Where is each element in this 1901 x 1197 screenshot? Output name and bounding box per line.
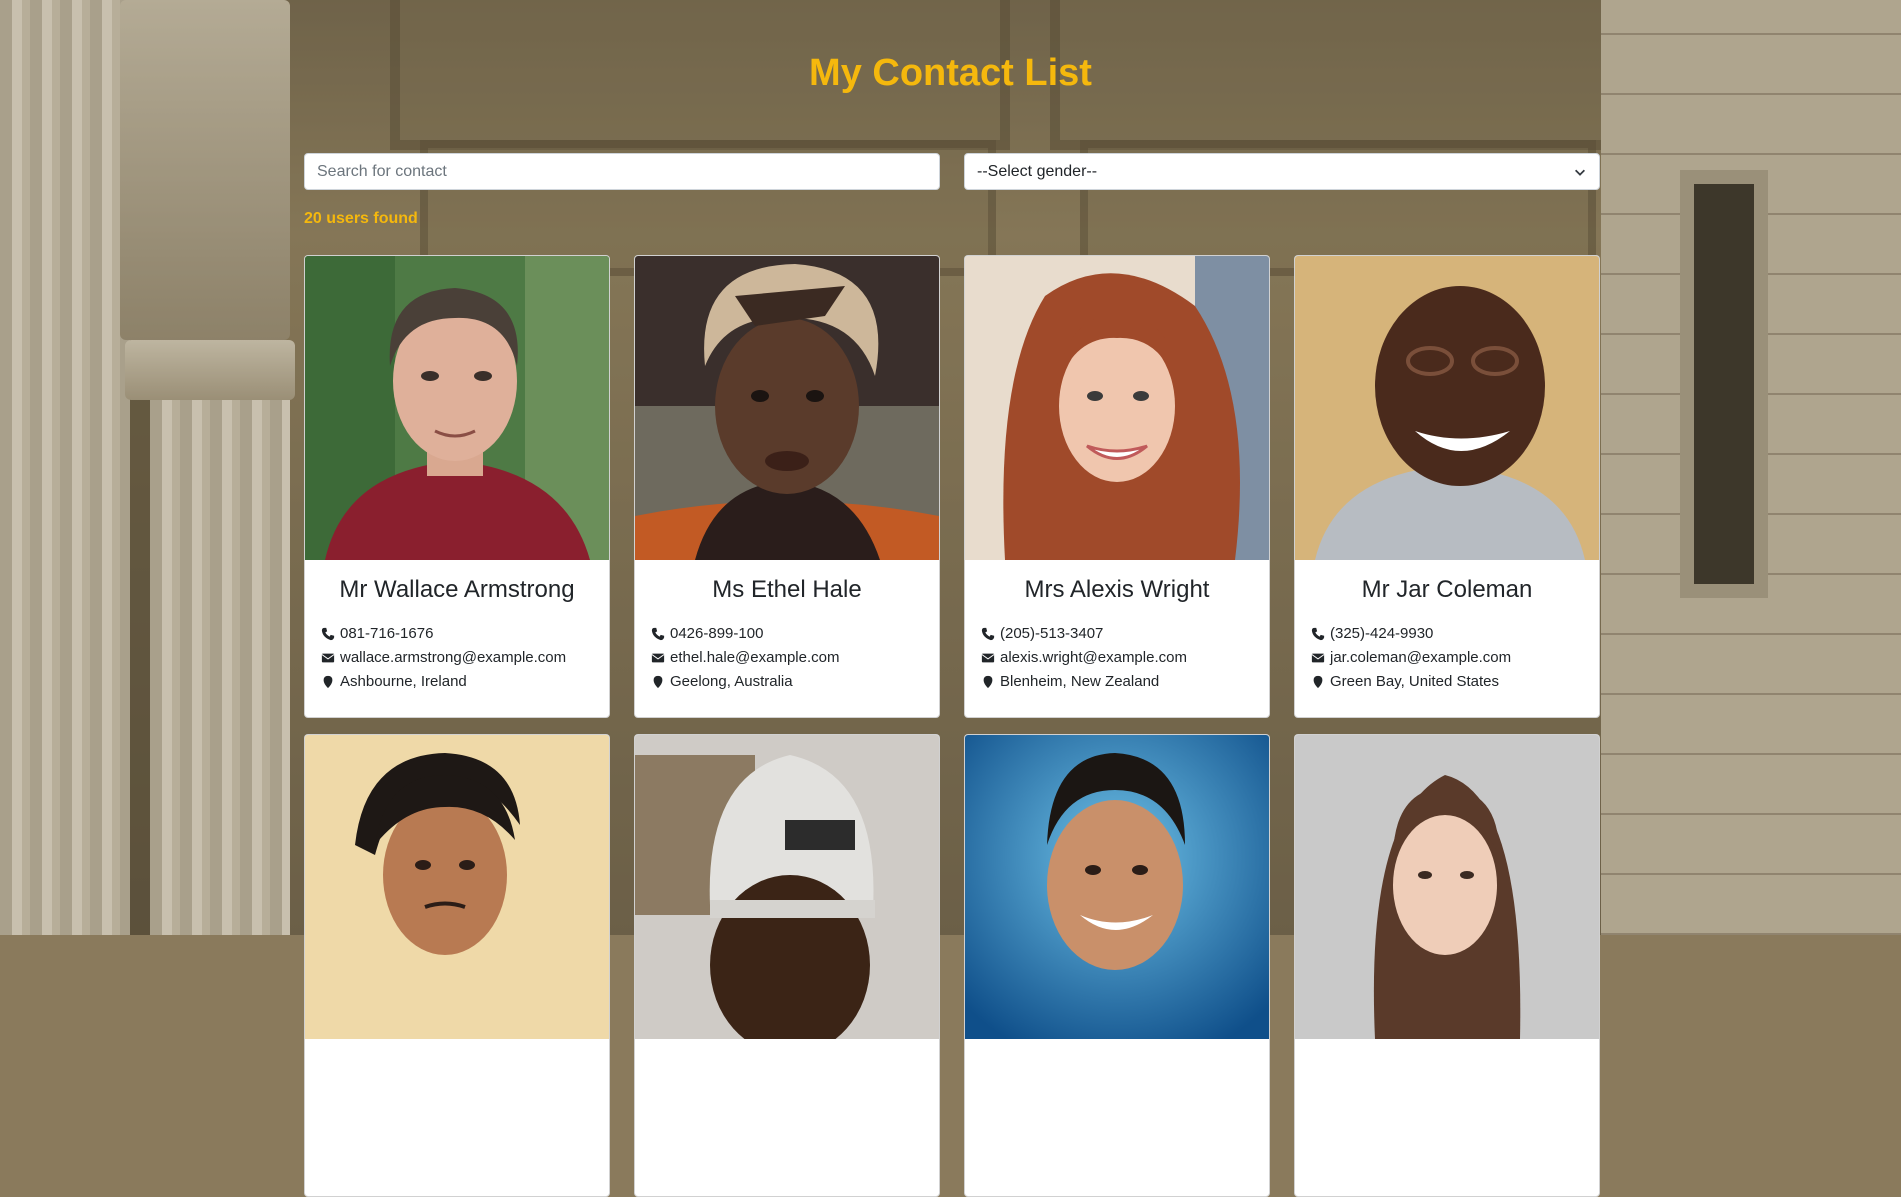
contact-grid: Mr Wallace Armstrong 081-716-1676 wallac…: [304, 255, 1600, 1197]
contact-email: wallace.armstrong@example.com: [321, 646, 593, 670]
gender-select-value: --Select gender--: [977, 162, 1098, 180]
chevron-down-icon: [1575, 169, 1585, 176]
contact-phone: 081-716-1676: [321, 622, 593, 646]
contact-email: alexis.wright@example.com: [981, 646, 1253, 670]
contact-card[interactable]: Ms Ethel Hale 0426-899-100 ethel.hale@ex…: [634, 255, 940, 718]
contact-name: Mr Wallace Armstrong: [339, 576, 575, 603]
contact-photo: [965, 735, 1269, 1039]
contact-photo: [635, 735, 939, 1039]
search-input[interactable]: [304, 153, 940, 190]
envelope-icon: [1311, 653, 1325, 663]
contact-email: jar.coleman@example.com: [1311, 646, 1583, 670]
contact-card[interactable]: Mrs Alexis Wright (205)-513-3407 alexis.…: [964, 255, 1270, 718]
phone-icon: [1311, 627, 1325, 641]
contact-email: ethel.hale@example.com: [651, 646, 923, 670]
contact-photo: [965, 256, 1269, 560]
contact-location: Green Bay, United States: [1311, 670, 1583, 694]
map-marker-icon: [983, 675, 993, 689]
envelope-icon: [321, 653, 335, 663]
envelope-icon: [651, 653, 665, 663]
contact-card[interactable]: [634, 734, 940, 1197]
contact-name: Mr Jar Coleman: [1361, 576, 1533, 603]
contact-card[interactable]: [304, 734, 610, 1197]
contact-card[interactable]: [964, 734, 1270, 1197]
contact-name: Ms Ethel Hale: [712, 576, 862, 603]
contact-card[interactable]: Mr Wallace Armstrong 081-716-1676 wallac…: [304, 255, 610, 718]
contact-name: Mrs Alexis Wright: [1024, 576, 1210, 603]
contact-location: Ashbourne, Ireland: [321, 670, 593, 694]
map-marker-icon: [653, 675, 663, 689]
envelope-icon: [981, 653, 995, 663]
contact-photo: [1295, 735, 1599, 1039]
contact-phone: (205)-513-3407: [981, 622, 1253, 646]
contact-photo: [1295, 256, 1599, 560]
map-marker-icon: [1313, 675, 1323, 689]
contact-location: Geelong, Australia: [651, 670, 923, 694]
contact-location: Blenheim, New Zealand: [981, 670, 1253, 694]
phone-icon: [651, 627, 665, 641]
results-count: 20 users found: [304, 210, 418, 227]
contact-card[interactable]: [1294, 734, 1600, 1197]
phone-icon: [321, 627, 335, 641]
contact-card[interactable]: Mr Jar Coleman (325)-424-9930 jar.colema…: [1294, 255, 1600, 718]
page-title: My Contact List: [809, 52, 1092, 94]
contact-photo: [305, 256, 609, 560]
contact-photo: [635, 256, 939, 560]
contact-phone: 0426-899-100: [651, 622, 923, 646]
contact-photo: [305, 735, 609, 1039]
map-marker-icon: [323, 675, 333, 689]
gender-select[interactable]: --Select gender--: [964, 153, 1600, 190]
phone-icon: [981, 627, 995, 641]
contact-phone: (325)-424-9930: [1311, 622, 1583, 646]
